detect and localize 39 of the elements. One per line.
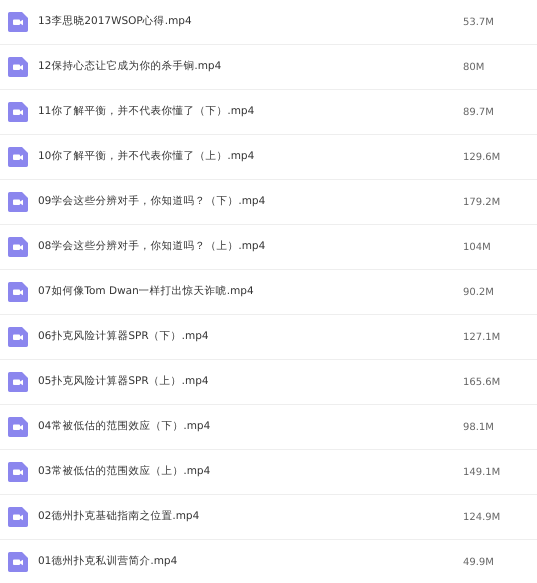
file-size: 149.1M (463, 466, 500, 480)
video-file-icon (8, 282, 28, 302)
video-file-icon (8, 57, 28, 77)
file-size: 165.6M (463, 376, 500, 390)
video-file-icon (8, 462, 28, 482)
file-name[interactable]: 08学会这些分辨对手，你知道吗？（上）.mp4 (38, 239, 458, 255)
file-size: 127.1M (463, 330, 500, 344)
file-name[interactable]: 13李思晓2017WSOP心得.mp4 (38, 14, 458, 30)
file-name[interactable]: 02德州扑克基础指南之位置.mp4 (38, 509, 458, 525)
file-name[interactable]: 01德州扑克私训营简介.mp4 (38, 554, 458, 570)
file-name[interactable]: 03常被低估的范围效应（上）.mp4 (38, 464, 458, 480)
file-size: 90.2M (463, 286, 494, 300)
video-file-icon (8, 552, 28, 572)
file-name[interactable]: 07如何像Tom Dwan一样打出惊天诈唬.mp4 (38, 284, 458, 300)
file-size: 179.2M (463, 196, 500, 210)
file-name[interactable]: 04常被低估的范围效应（下）.mp4 (38, 419, 458, 435)
file-size: 89.7M (463, 106, 494, 120)
file-name[interactable]: 06扑克风险计算器SPR（下）.mp4 (38, 329, 458, 345)
video-file-icon (8, 507, 28, 527)
file-size: 124.9M (463, 510, 500, 524)
file-name[interactable]: 05扑克风险计算器SPR（上）.mp4 (38, 374, 458, 390)
video-file-icon (8, 327, 28, 347)
file-size: 98.1M (463, 420, 494, 434)
file-size: 49.9M (463, 556, 494, 570)
video-file-icon (8, 147, 28, 167)
file-name[interactable]: 11你了解平衡，并不代表你懂了（下）.mp4 (38, 104, 458, 120)
file-name[interactable]: 10你了解平衡，并不代表你懂了（上）.mp4 (38, 149, 458, 165)
video-file-icon (8, 237, 28, 257)
video-file-icon (8, 372, 28, 392)
file-size: 53.7M (463, 16, 494, 30)
file-name[interactable]: 12保持心态让它成为你的杀手锏.mp4 (38, 59, 458, 75)
file-size: 129.6M (463, 150, 500, 164)
file-size: 104M (463, 240, 491, 254)
video-file-icon (8, 417, 28, 437)
video-file-icon (8, 102, 28, 122)
file-name[interactable]: 09学会这些分辨对手，你知道吗？（下）.mp4 (38, 194, 458, 210)
video-file-icon (8, 12, 28, 32)
video-file-icon (8, 192, 28, 212)
file-size: 80M (463, 60, 484, 74)
